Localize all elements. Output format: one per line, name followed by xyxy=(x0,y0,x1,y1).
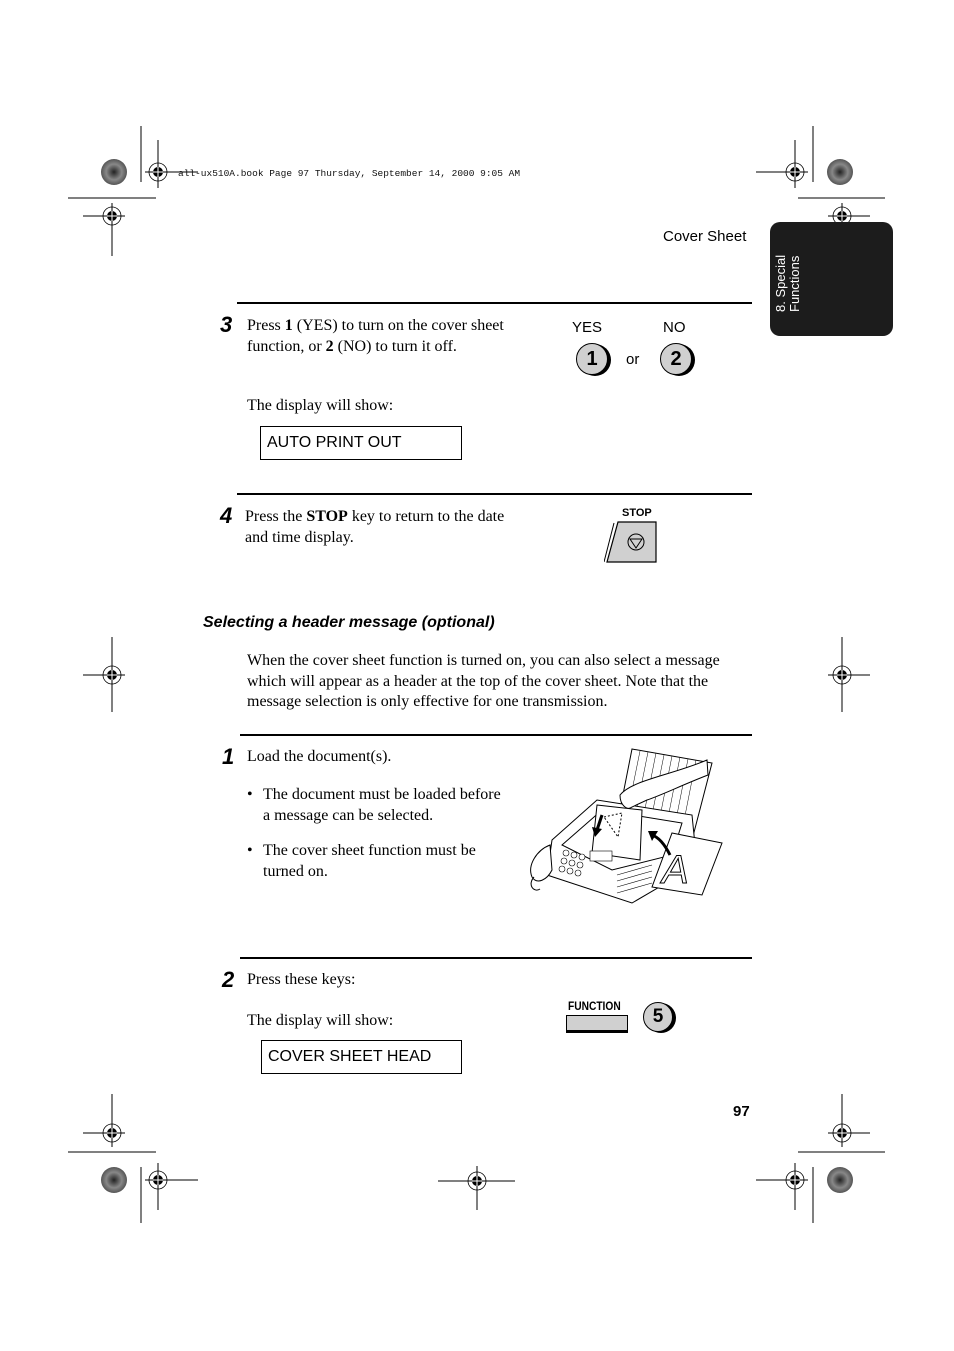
step-text: Press these keys: xyxy=(247,971,356,988)
key-5-button[interactable]: 5 xyxy=(643,1002,673,1032)
lcd-display: AUTO PRINT OUT xyxy=(260,426,462,460)
step-number: 1 xyxy=(222,744,235,769)
stop-key-button[interactable] xyxy=(604,520,660,566)
section-rule xyxy=(237,493,752,495)
color-target-icon xyxy=(101,1167,127,1193)
text-run: Press xyxy=(247,317,285,334)
no-label: NO xyxy=(663,319,686,336)
function-key-label: FUNCTION xyxy=(568,999,621,1013)
note-item: The cover sheet function must be turned … xyxy=(247,841,507,882)
chapter-tab[interactable]: 8. Special Functions xyxy=(770,222,893,336)
key-ref: 2 xyxy=(325,337,334,355)
display-intro: The display will show: xyxy=(247,1012,394,1029)
chapter-tab-line2: Functions xyxy=(787,255,802,312)
or-text: or xyxy=(626,351,640,368)
key-ref: STOP xyxy=(306,508,348,525)
step-text: Press the STOP key to return to the date… xyxy=(245,507,515,548)
running-head: Cover Sheet xyxy=(663,228,747,245)
key-2-button[interactable]: 2 xyxy=(660,343,692,375)
step-number: 2 xyxy=(222,967,235,992)
key-ref: 1 xyxy=(284,317,293,334)
display-intro: The display will show: xyxy=(247,397,394,414)
color-target-icon xyxy=(827,1167,853,1193)
section-rule xyxy=(237,302,752,304)
section-rule xyxy=(240,734,752,736)
step-text: Press 1 (YES) to turn on the cover sheet… xyxy=(247,316,507,357)
step-number: 4 xyxy=(220,503,233,528)
section-intro: When the cover sheet function is turned … xyxy=(247,652,720,710)
key-1-button[interactable]: 1 xyxy=(576,343,608,375)
print-header: all-ux510A.book Page 97 Thursday, Septem… xyxy=(178,168,521,179)
color-target-icon xyxy=(827,159,853,185)
lcd-display: COVER SHEET HEAD xyxy=(261,1040,462,1074)
note-item: The document must be loaded before a mes… xyxy=(247,785,507,826)
page-number: 97 xyxy=(733,1103,750,1120)
step-text: Load the document(s). xyxy=(247,748,392,765)
chapter-tab-label: 8. Special Functions xyxy=(773,232,802,312)
note-list: The document must be loaded before a mes… xyxy=(247,785,507,897)
color-target-icon xyxy=(101,159,127,185)
text-run: Press the xyxy=(245,508,307,525)
text-run: (NO) to turn it off. xyxy=(333,337,457,355)
function-key-button[interactable] xyxy=(566,1015,628,1033)
stop-key-label: STOP xyxy=(622,507,652,519)
step-number: 3 xyxy=(220,312,233,337)
section-rule xyxy=(240,957,752,959)
fax-illustration: A xyxy=(530,748,723,904)
chapter-tab-line1: 8. Special xyxy=(773,254,788,312)
section-heading: Selecting a header message (optional) xyxy=(203,614,495,631)
yes-label: YES xyxy=(572,319,603,336)
svg-text:A: A xyxy=(660,848,689,892)
